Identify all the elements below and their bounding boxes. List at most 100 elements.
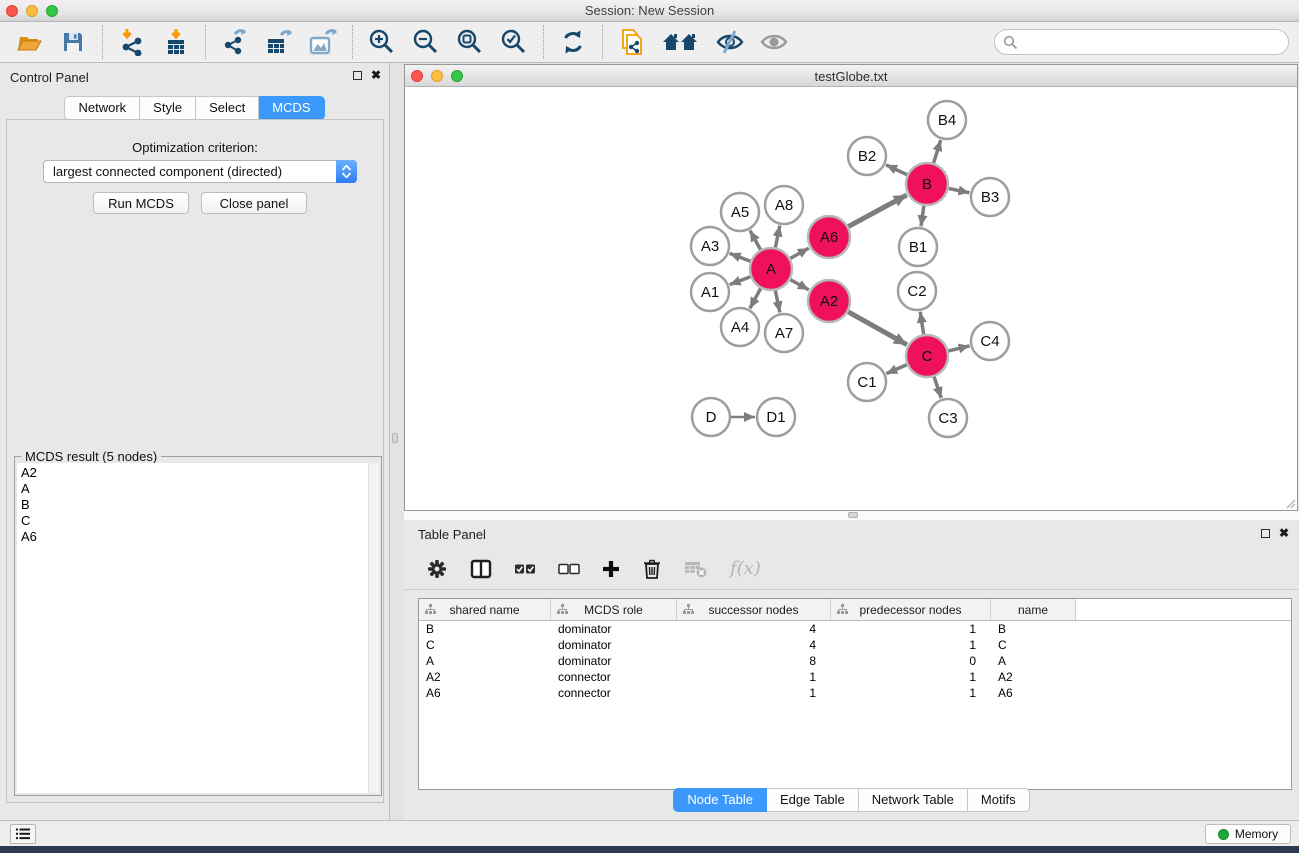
graph-node-B2[interactable]: B2 (848, 137, 886, 175)
graph-node-C3[interactable]: C3 (929, 399, 967, 437)
memory-button[interactable]: Memory (1205, 824, 1291, 844)
graph-edge-B-B2[interactable] (886, 165, 907, 175)
graph-node-A[interactable]: A (750, 248, 792, 290)
table-cell[interactable]: 1 (677, 686, 831, 700)
graph-node-A8[interactable]: A8 (765, 186, 803, 224)
graph-node-A4[interactable]: A4 (721, 308, 759, 346)
resize-grip-icon[interactable] (1284, 497, 1296, 509)
graph-edge-A-A2[interactable] (790, 280, 809, 290)
node-table-body[interactable]: Bdominator41BCdominator41CAdominator80AA… (419, 621, 1291, 701)
graph-node-A6[interactable]: A6 (808, 216, 850, 258)
export-image-icon[interactable] (308, 27, 338, 57)
add-row-icon[interactable] (602, 560, 620, 578)
zoom-out-icon[interactable] (411, 27, 441, 57)
criterion-dropdown[interactable]: largest connected component (directed) (43, 160, 357, 183)
graph-edge-C-C3[interactable] (934, 377, 941, 398)
graph-edge-A-A3[interactable] (730, 253, 751, 261)
table-cell[interactable]: A (991, 654, 1076, 668)
table-cell[interactable]: 1 (831, 638, 991, 652)
graph-edge-A2-C[interactable] (848, 312, 907, 345)
result-list-item[interactable]: A (21, 481, 368, 497)
table-cell[interactable]: 0 (831, 654, 991, 668)
show-panels-button[interactable] (10, 824, 36, 844)
node-table[interactable]: shared nameMCDS rolesuccessor nodesprede… (418, 598, 1292, 790)
vertical-splitter-handle[interactable] (392, 433, 398, 443)
run-mcds-button[interactable]: Run MCDS (93, 192, 189, 214)
graph-node-A7[interactable]: A7 (765, 314, 803, 352)
graph-edge-B-B3[interactable] (949, 188, 970, 192)
table-cell[interactable]: C (419, 638, 551, 652)
column-header-MCDS-role[interactable]: MCDS role (551, 599, 677, 620)
node-table-header[interactable]: shared nameMCDS rolesuccessor nodesprede… (419, 599, 1291, 621)
graph-edge-A-A7[interactable] (775, 291, 779, 313)
table-cell[interactable]: A6 (419, 686, 551, 700)
function-builder-icon[interactable]: f(x) (730, 558, 761, 579)
result-list-scrollbar[interactable] (368, 463, 379, 793)
graph-node-C1[interactable]: C1 (848, 363, 886, 401)
graph-node-A3[interactable]: A3 (691, 227, 729, 265)
column-header-name[interactable]: name (991, 599, 1076, 620)
table-cell[interactable]: A (419, 654, 551, 668)
zoom-selected-icon[interactable] (499, 27, 529, 57)
column-header-successor-nodes[interactable]: successor nodes (677, 599, 831, 620)
table-cell[interactable]: B (991, 622, 1076, 636)
table-row[interactable]: A2connector11A2 (419, 669, 1291, 685)
open-session-icon[interactable] (14, 27, 44, 57)
graph-node-A2[interactable]: A2 (808, 280, 850, 322)
network-graph[interactable]: B4B2BB3A8A5A6A3B1AA1C2A2A4A7C4CC1DD1C3 (405, 87, 1297, 510)
graph-edge-B-B4[interactable] (934, 140, 941, 163)
graph-edge-A-A4[interactable] (750, 288, 761, 308)
column-visibility-icon[interactable] (470, 559, 492, 579)
table-cell[interactable]: connector (551, 670, 677, 684)
import-table-icon[interactable] (161, 27, 191, 57)
graph-node-B1[interactable]: B1 (899, 228, 937, 266)
result-list-item[interactable]: B (21, 497, 368, 513)
table-row[interactable]: Cdominator41C (419, 637, 1291, 653)
graph-edge-A-A5[interactable] (750, 230, 760, 249)
table-cell[interactable]: B (419, 622, 551, 636)
mcds-result-list[interactable]: A2ABCA6 (17, 463, 368, 793)
table-cell[interactable]: dominator (551, 622, 677, 636)
graph-edge-A-A6[interactable] (790, 248, 809, 258)
result-list-item[interactable]: A2 (21, 465, 368, 481)
column-header-predecessor-nodes[interactable]: predecessor nodes (831, 599, 991, 620)
splitter-handle[interactable] (848, 512, 858, 518)
tab-style[interactable]: Style (140, 96, 196, 120)
graph-node-C[interactable]: C (906, 335, 948, 377)
graph-edge-C-C1[interactable] (886, 365, 907, 374)
tab-edge-table[interactable]: Edge Table (767, 788, 859, 812)
delete-table-icon[interactable] (684, 559, 708, 579)
search-box[interactable] (994, 29, 1289, 55)
deselect-all-icon[interactable] (558, 563, 580, 575)
table-cell[interactable]: connector (551, 686, 677, 700)
new-network-from-selection-icon[interactable] (617, 27, 647, 57)
close-panel-button[interactable]: Close panel (201, 192, 307, 214)
tab-network[interactable]: Network (64, 96, 140, 120)
tab-mcds[interactable]: MCDS (259, 96, 324, 120)
export-table-icon[interactable] (264, 27, 294, 57)
table-cell[interactable]: 1 (831, 670, 991, 684)
network-window-titlebar[interactable]: testGlobe.txt (405, 65, 1297, 87)
table-options-icon[interactable] (426, 558, 448, 580)
refresh-view-icon[interactable] (558, 27, 588, 57)
result-list-item[interactable]: A6 (21, 529, 368, 545)
table-row[interactable]: Adominator80A (419, 653, 1291, 669)
float-panel-icon[interactable] (353, 71, 362, 80)
graph-edge-B-B1[interactable] (921, 206, 924, 226)
graph-node-B[interactable]: B (906, 163, 948, 205)
graph-edge-A6-B[interactable] (848, 195, 906, 227)
export-network-icon[interactable] (220, 27, 250, 57)
graph-node-D[interactable]: D (692, 398, 730, 436)
tab-network-table[interactable]: Network Table (859, 788, 968, 812)
tab-select[interactable]: Select (196, 96, 259, 120)
tab-motifs[interactable]: Motifs (968, 788, 1030, 812)
float-table-panel-icon[interactable] (1261, 529, 1270, 538)
graph-edge-A-A8[interactable] (775, 226, 779, 248)
close-table-panel-icon[interactable]: ✖ (1279, 528, 1289, 538)
column-header-shared-name[interactable]: shared name (419, 599, 551, 620)
graph-node-C2[interactable]: C2 (898, 272, 936, 310)
graph-edge-C-C2[interactable] (920, 312, 923, 335)
table-cell[interactable]: 1 (831, 686, 991, 700)
graph-node-D1[interactable]: D1 (757, 398, 795, 436)
show-details-icon[interactable] (759, 27, 789, 57)
